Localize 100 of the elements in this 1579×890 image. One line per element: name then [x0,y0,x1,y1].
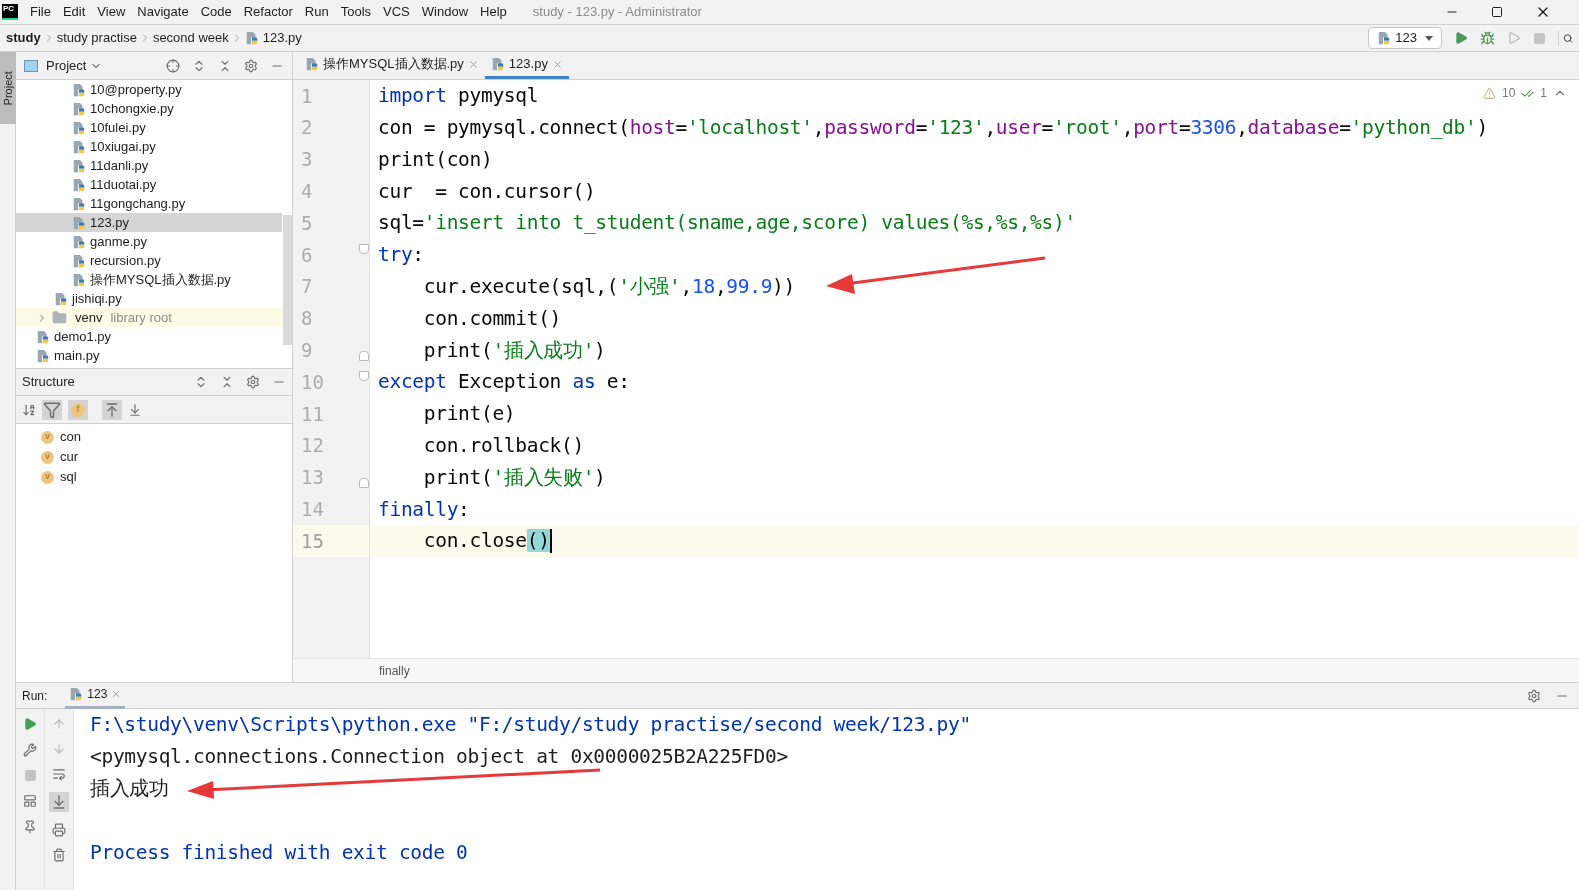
tree-item[interactable]: 10chongxie.py [16,99,282,118]
close-tab-icon[interactable] [467,58,479,70]
code-line: print(e) [422,401,516,428]
menu-item[interactable]: Navigate [137,2,189,22]
scrollbar[interactable] [283,215,292,345]
rerun-icon[interactable] [23,717,37,731]
close-tab-icon[interactable] [111,689,122,699]
structure-item[interactable]: cur [60,447,79,467]
wrap-icon[interactable] [52,767,66,781]
python-file-icon [72,120,86,135]
menu-item[interactable]: Tools [340,2,372,22]
weak-warning-count[interactable]: 1 [1540,84,1547,102]
fold-icon[interactable] [359,478,369,489]
collapse-all-icon[interactable] [220,375,234,389]
navigate-up-icon[interactable] [102,399,122,420]
trash-icon[interactable] [52,848,66,862]
line-number: 9 [300,338,313,363]
breadcrumb[interactable]: study practise [56,28,137,48]
tree-item[interactable]: 11duotai.py [16,175,282,194]
print-icon[interactable] [52,823,66,837]
tree-item[interactable]: 10xiugai.py [16,137,282,156]
line-number: 2 [300,115,313,141]
tree-item[interactable]: recursion.py [16,251,282,270]
file-name: 10fulei.py [90,118,146,137]
menu-item[interactable]: Help [480,2,507,22]
code-breadcrumb[interactable]: finally [379,661,410,680]
tree-item[interactable]: 10@property.py [16,80,282,99]
code-line: try: [378,242,424,269]
console-line: 插入成功 [90,776,169,803]
line-number: 6 [300,242,313,268]
python-file-icon [244,31,259,45]
variable-badge: v [41,430,54,444]
line-number: 12 [300,433,324,459]
project-tool-tab[interactable]: Project [0,52,16,124]
menu-item[interactable]: Refactor [243,2,293,22]
file-name: demo1.py [54,327,112,346]
line-number: 14 [300,497,324,522]
menu-item[interactable]: Code [200,2,232,22]
debug-icon[interactable] [1480,30,1495,46]
file-name: 10xiugai.py [90,137,156,156]
scroll-to-end-icon[interactable] [49,792,69,812]
layout-icon[interactable] [23,794,37,808]
fold-icon[interactable] [359,351,369,362]
run-config-dropdown[interactable]: 123 [1368,27,1442,49]
menu-item[interactable]: Edit [62,2,86,22]
coverage-icon[interactable] [1507,31,1521,45]
down-icon[interactable] [52,742,66,756]
menu-item[interactable]: File [30,2,51,22]
locate-icon[interactable] [166,58,180,73]
tree-item[interactable]: demo1.py [16,327,282,346]
menu-item[interactable]: View [97,2,126,22]
maximize-icon[interactable] [1491,6,1503,18]
tree-item[interactable]: ganme.py [16,232,282,251]
file-name: 11danli.py [90,156,149,175]
collapse-all-icon[interactable] [218,58,232,73]
pin-icon[interactable] [23,820,37,834]
line-number: 1 [300,83,313,109]
menu-item[interactable]: VCS [383,2,410,22]
close-tab-icon[interactable] [551,58,563,70]
python-file-icon [305,57,319,71]
code-line: print('插入失败') [422,464,606,491]
tree-item[interactable]: 操作MYSQL插入数据.py [16,270,282,289]
tree-item[interactable]: venv library root [16,308,282,327]
settings-icon[interactable] [246,375,260,389]
breadcrumb[interactable]: 123.py [262,28,302,48]
tree-item[interactable]: jishiqi.py [16,289,282,308]
sort-icon[interactable] [22,402,36,417]
up-icon[interactable] [52,717,66,731]
code-line: con = pymysql.connect(host='localhost',password='123',user='root',port=3306,database='python_db') [378,115,1488,142]
tree-item[interactable]: main.py [16,346,282,365]
menu-item[interactable]: Run [304,2,329,22]
line-number: 3 [300,147,313,173]
run-tab[interactable]: 123 [65,682,126,709]
structure-item[interactable]: con [60,427,81,447]
menu-item[interactable]: Window [421,2,469,22]
python-file-icon [72,158,86,173]
search-icon[interactable] [1558,30,1573,46]
editor-tab[interactable]: 操作MYSQL插入数据.py [299,52,485,79]
line-number: 5 [300,210,313,236]
settings-icon[interactable] [244,58,258,73]
tree-item[interactable]: 10fulei.py [16,118,282,137]
run-icon[interactable] [1454,31,1468,45]
warning-count[interactable]: 10 [1501,84,1516,102]
file-name: 10chongxie.py [90,99,174,118]
variable-badge: v [41,450,54,464]
wrench-icon[interactable] [23,743,37,757]
fold-icon[interactable] [359,371,369,382]
breadcrumb[interactable]: study [6,28,41,48]
window-title: study - 123.py - Administrator [532,3,702,22]
filter-icon[interactable] [42,399,62,420]
settings-icon[interactable] [1527,688,1541,703]
fold-icon[interactable] [359,244,369,254]
file-name: 123.py [90,213,130,232]
tree-item[interactable]: 11gongchang.py [16,194,282,213]
panel-title[interactable]: Project [46,55,87,76]
structure-item[interactable]: sql [60,467,77,487]
navigate-down-icon[interactable] [128,402,142,417]
tree-item[interactable]: 11danli.py [16,156,282,175]
breadcrumb[interactable]: second week [152,28,229,48]
tree-item[interactable]: 123.py [16,213,282,232]
